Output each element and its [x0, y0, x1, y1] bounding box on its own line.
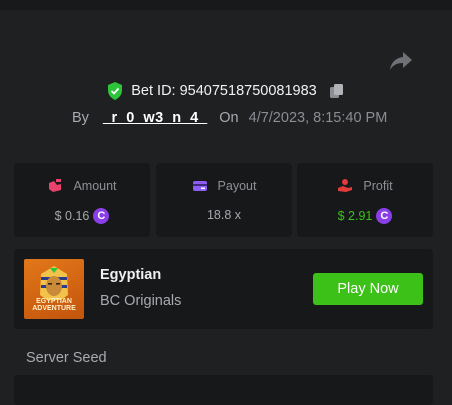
- share-icon[interactable]: [388, 50, 414, 72]
- game-provider: BC Originals: [100, 293, 182, 309]
- by-label: By: [72, 110, 89, 126]
- payout-label: Payout: [217, 179, 257, 193]
- profit-icon: [338, 179, 353, 192]
- bc-coin-icon: C: [93, 208, 110, 224]
- amount-card: Amount $ 0.16 C: [14, 163, 150, 237]
- server-seed-field[interactable]: [14, 375, 433, 405]
- amount-value: $ 0.16: [54, 209, 90, 223]
- bet-by-row: By _r_0_w3_n_4_ On 4/7/2023, 8:15:40 PM: [72, 108, 387, 128]
- copy-icon[interactable]: [329, 83, 345, 99]
- bet-id-row: Bet ID: 95407518750081983: [0, 80, 452, 102]
- game-card: EGYPTIAN ADVENTURE Egyptian BC Originals…: [14, 249, 433, 329]
- profit-card: Profit $ 2.91 C: [297, 163, 433, 237]
- bet-timestamp: 4/7/2023, 8:15:40 PM: [248, 110, 388, 126]
- profit-value: $ 2.91: [337, 209, 373, 223]
- payout-card: Payout 18.8 x: [156, 163, 292, 237]
- amount-icon: [49, 179, 62, 192]
- play-now-button[interactable]: Play Now: [313, 273, 423, 305]
- game-thumbnail[interactable]: EGYPTIAN ADVENTURE: [24, 259, 84, 319]
- payout-icon: [192, 181, 207, 191]
- server-seed-label: Server Seed: [26, 350, 107, 366]
- top-bar: [0, 0, 452, 10]
- game-thumbnail-title: EGYPTIAN ADVENTURE: [32, 298, 76, 312]
- profit-label: Profit: [363, 179, 393, 193]
- bc-coin-icon: C: [376, 208, 393, 224]
- bet-id-text: Bet ID: 95407518750081983: [131, 83, 317, 99]
- game-title: Egyptian: [100, 267, 162, 283]
- pharaoh-icon: [40, 266, 68, 300]
- on-label: On: [219, 110, 239, 126]
- amount-label: Amount: [73, 179, 117, 193]
- payout-value: 18.8 x: [206, 208, 242, 222]
- verified-shield-icon: [108, 82, 123, 100]
- username-link[interactable]: _r_0_w3_n_4_: [103, 110, 207, 126]
